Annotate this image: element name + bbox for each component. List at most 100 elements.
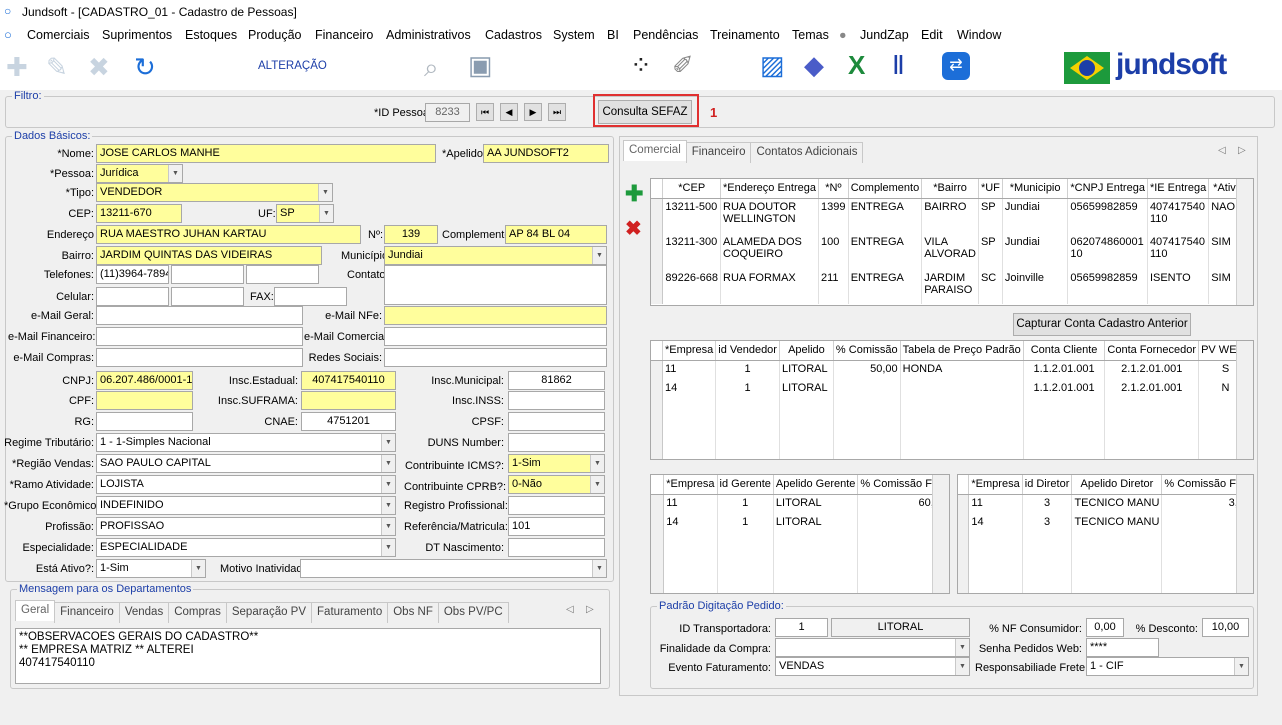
- chevron-down-icon[interactable]: ▼: [191, 560, 205, 577]
- email-comercial-field[interactable]: [384, 327, 607, 346]
- search-icon[interactable]: ⌕: [424, 52, 439, 82]
- menu-system[interactable]: System: [553, 28, 595, 42]
- add-row-icon[interactable]: ✚: [625, 181, 643, 207]
- table-row[interactable]: 89226-668 RUA FORMAX 211 ENTREGA JARDIM PARA…: [651, 270, 1253, 304]
- table-row[interactable]: 113TECNICO MANU3,00: [958, 494, 1253, 514]
- next-record-icon[interactable]: ▶: [524, 103, 542, 121]
- menu-comerciais[interactable]: Comerciais: [27, 28, 90, 42]
- help-book-icon[interactable]: ◆: [804, 50, 824, 80]
- menu-suprimentos[interactable]: Suprimentos: [102, 28, 172, 42]
- tab-scroll-right-icon[interactable]: ▷: [586, 604, 594, 615]
- chevron-down-icon[interactable]: ▼: [381, 497, 395, 514]
- ramo-select[interactable]: LOJISTA ▼: [96, 475, 396, 494]
- insc-suframa-field[interactable]: [301, 391, 396, 410]
- scrollbar[interactable]: [1236, 341, 1253, 459]
- prev-record-icon[interactable]: ◀: [500, 103, 518, 121]
- frete-select[interactable]: 1 - CIF ▼: [1086, 657, 1249, 676]
- redes-sociais-field[interactable]: [384, 348, 607, 367]
- contato-field[interactable]: [384, 265, 607, 305]
- table-row[interactable]: 14 1 LITORAL 1.1.2.01.001 2.1.2.01.001 N: [651, 380, 1253, 459]
- chevron-down-icon[interactable]: ▼: [590, 476, 604, 493]
- chevron-down-icon[interactable]: ▼: [319, 205, 333, 222]
- user-monitor-icon[interactable]: ▨: [760, 50, 785, 80]
- tab-faturamento[interactable]: Faturamento: [311, 602, 389, 623]
- celular1-field[interactable]: [96, 287, 169, 306]
- menu-temas[interactable]: Temas: [792, 28, 829, 42]
- menu-jundzap[interactable]: JundZap: [860, 28, 909, 42]
- menu-administrativos[interactable]: Administrativos: [386, 28, 471, 42]
- senha-field[interactable]: ****: [1086, 638, 1159, 657]
- menu-bi[interactable]: BI: [607, 28, 619, 42]
- duns-field[interactable]: [508, 433, 605, 452]
- evento-select[interactable]: VENDAS ▼: [775, 657, 970, 676]
- chevron-down-icon[interactable]: ▼: [381, 518, 395, 535]
- bar-chart-icon[interactable]: Ⅱ: [892, 50, 905, 80]
- consulta-sefaz-button[interactable]: Consulta SEFAZ: [598, 100, 692, 124]
- id-pessoa-field[interactable]: 8233: [425, 103, 470, 122]
- ativo-select[interactable]: 1-Sim ▼: [96, 559, 206, 578]
- registro-field[interactable]: [508, 496, 605, 515]
- pessoa-select[interactable]: Jurídica ▼: [96, 164, 183, 183]
- insc-municipal-field[interactable]: 81862: [508, 371, 605, 390]
- menu-edit[interactable]: Edit: [921, 28, 943, 42]
- menu-treinamento[interactable]: Treinamento: [710, 28, 780, 42]
- especialidade-select[interactable]: ESPECIALIDADE ▼: [96, 538, 396, 557]
- municipio-select[interactable]: Jundiai ▼: [384, 246, 607, 265]
- regime-select[interactable]: 1 - 1-Simples Nacional ▼: [96, 433, 396, 452]
- chevron-down-icon[interactable]: ▼: [318, 184, 332, 201]
- rg-field[interactable]: [96, 412, 193, 431]
- remote-support-icon[interactable]: ⇄: [942, 52, 970, 80]
- insc-inss-field[interactable]: [508, 391, 605, 410]
- chevron-down-icon[interactable]: ▼: [381, 434, 395, 451]
- table-row[interactable]: 14 1 LITORAL: [651, 514, 949, 593]
- cprb-select[interactable]: 0-Não ▼: [508, 475, 605, 494]
- menu-estoques[interactable]: Estoques: [185, 28, 237, 42]
- menu-cadastros[interactable]: Cadastros: [485, 28, 542, 42]
- chevron-down-icon[interactable]: ▼: [955, 658, 969, 675]
- nascimento-field[interactable]: [508, 538, 605, 557]
- chevron-down-icon[interactable]: ▼: [381, 476, 395, 493]
- endereco-field[interactable]: RUA MAESTRO JUHAN KARTAU: [96, 225, 361, 244]
- regiao-select[interactable]: SAO PAULO CAPITAL ▼: [96, 454, 396, 473]
- nome-field[interactable]: JOSE CARLOS MANHE: [96, 144, 436, 163]
- footprints-icon[interactable]: ⁘: [630, 50, 652, 80]
- bairro-field[interactable]: JARDIM QUINTAS DAS VIDEIRAS: [96, 246, 322, 265]
- excel-icon[interactable]: X: [848, 50, 865, 80]
- motivo-select[interactable]: ▼: [300, 559, 607, 578]
- scrollbar[interactable]: [1236, 475, 1253, 593]
- tab-contatos-adicionais[interactable]: Contatos Adicionais: [750, 142, 864, 163]
- tab-scroll-right-icon[interactable]: ▷: [1238, 145, 1246, 156]
- cnpj-field[interactable]: 06.207.486/0001-10: [96, 371, 193, 390]
- complemento-field[interactable]: AP 84 BL 04: [505, 225, 607, 244]
- table-row[interactable]: 111LITORAL60,00: [651, 494, 949, 514]
- tab-financeiro-right[interactable]: Financeiro: [685, 142, 752, 163]
- scrollbar[interactable]: [1236, 179, 1253, 305]
- table-row[interactable]: 14 3 TECNICO MANU: [958, 514, 1253, 593]
- cep-field[interactable]: 13211-670: [96, 204, 182, 223]
- menu-producao[interactable]: Produção: [248, 28, 302, 42]
- tab-financeiro[interactable]: Financeiro: [54, 602, 120, 623]
- transportadora-id-field[interactable]: 1: [775, 618, 828, 637]
- chevron-down-icon[interactable]: ▼: [381, 539, 395, 556]
- refresh-icon[interactable]: ↻: [134, 52, 156, 82]
- referencia-field[interactable]: 101: [508, 517, 605, 536]
- desconto-field[interactable]: 10,00: [1202, 618, 1249, 637]
- table-row[interactable]: 11 1 LITORAL 50,00 HONDA 1.1.2.01.001 2.1.2.01…: [651, 360, 1253, 380]
- chevron-down-icon[interactable]: ▼: [1234, 658, 1248, 675]
- table-row[interactable]: 13211-500 RUA DOUTOR WELLINGTON 1399 ENTREG…: [651, 198, 1253, 234]
- insc-estadual-field[interactable]: 407417540110: [301, 371, 396, 390]
- email-geral-field[interactable]: [96, 306, 303, 325]
- tab-scroll-left-icon[interactable]: ◁: [1218, 145, 1226, 156]
- email-compras-field[interactable]: [96, 348, 303, 367]
- first-record-icon[interactable]: ⏮: [476, 103, 494, 121]
- tab-compras[interactable]: Compras: [168, 602, 227, 623]
- menu-window[interactable]: Window: [957, 28, 1001, 42]
- fax-field[interactable]: [274, 287, 347, 306]
- tab-vendas[interactable]: Vendas: [118, 602, 170, 623]
- tab-separacao-pv[interactable]: Separação PV: [225, 602, 313, 623]
- scrollbar[interactable]: [932, 475, 949, 593]
- tab-scroll-left-icon[interactable]: ◁: [566, 604, 574, 615]
- email-nfe-field[interactable]: [384, 306, 607, 325]
- add-icon[interactable]: ✚: [6, 52, 28, 82]
- paperclip-icon[interactable]: ✐: [672, 50, 694, 80]
